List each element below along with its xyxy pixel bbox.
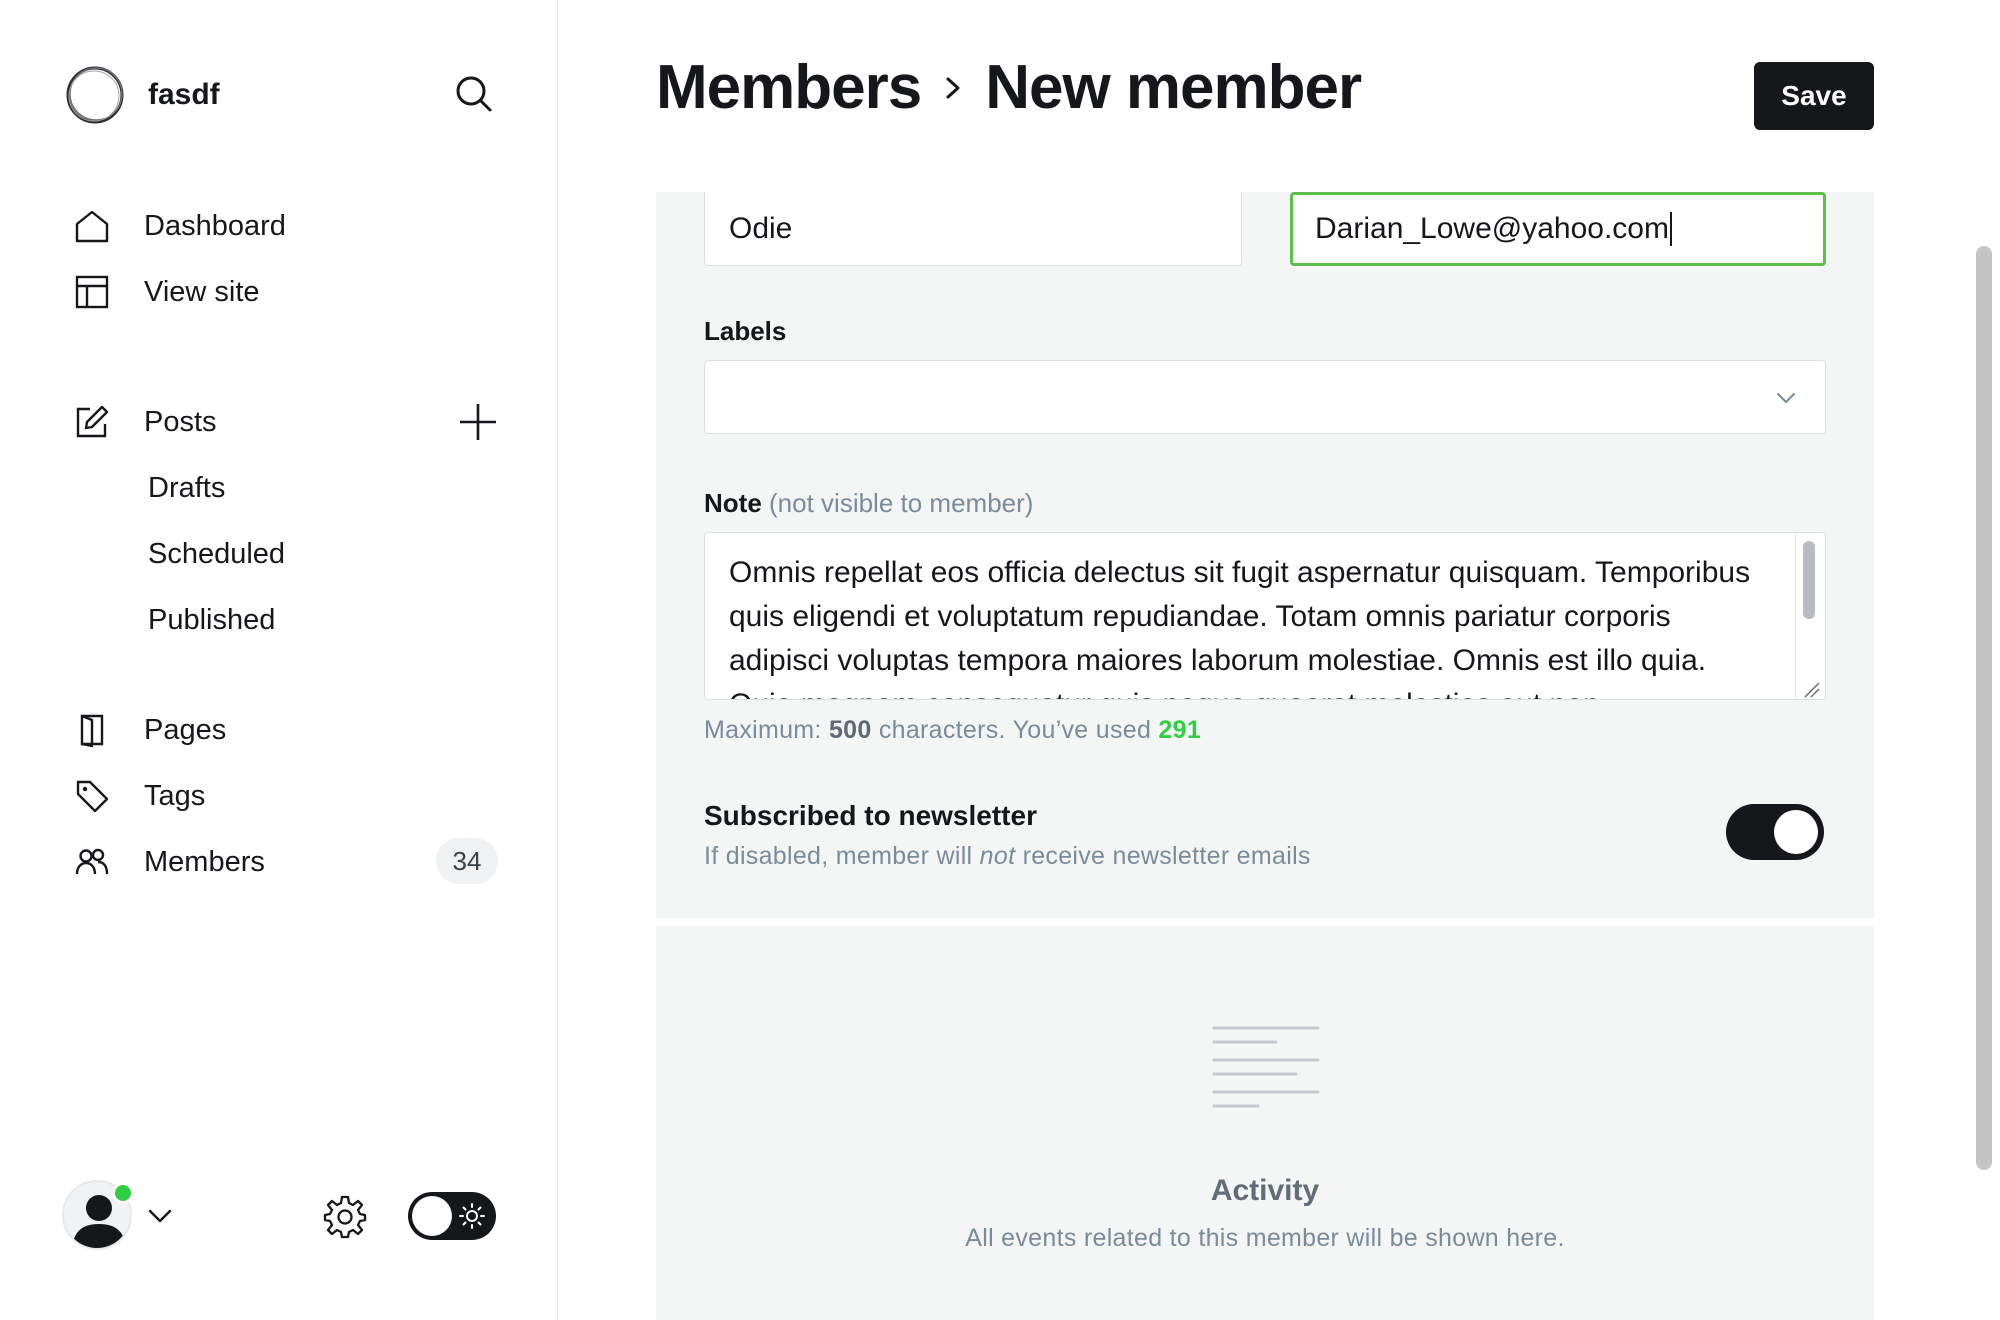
note-textarea[interactable]: Omnis repellat eos officia delectus sit … <box>704 532 1826 700</box>
labels-label: Labels <box>704 316 787 346</box>
email-field[interactable]: Darian_Lowe@yahoo.com <box>1290 192 1826 266</box>
note-label-hint: (not visible to member) <box>769 488 1034 518</box>
chevron-down-icon[interactable] <box>144 1200 176 1232</box>
nav-dashboard-label: Dashboard <box>144 209 286 242</box>
page-title: Members New member <box>656 52 1362 123</box>
nav-scheduled[interactable]: Scheduled <box>148 532 285 576</box>
note-scrollbar[interactable] <box>1795 533 1825 699</box>
pages-icon <box>80 714 104 748</box>
resize-handle-icon[interactable] <box>1801 679 1821 699</box>
nav-pages[interactable]: Pages <box>72 702 502 758</box>
tag-icon <box>76 780 109 813</box>
nav-posts[interactable]: Posts <box>72 394 502 450</box>
page-scrollbar-thumb[interactable] <box>1976 246 1992 1170</box>
note-scrollbar-thumb[interactable] <box>1803 541 1815 619</box>
char-max: 500 <box>828 716 872 744</box>
newsletter-desc-after: receive newsletter emails <box>1022 842 1311 870</box>
members-icon <box>75 848 109 875</box>
name-field-value: Odie <box>729 211 793 245</box>
sidebar: fasdf Dashboard View site Posts Drafts S… <box>0 0 558 1320</box>
nav-drafts[interactable]: Drafts <box>148 466 225 510</box>
newsletter-desc-before: If disabled, member will <box>704 842 973 870</box>
nav-view-site[interactable]: View site <box>72 264 502 320</box>
member-form: Odie Darian_Lowe@yahoo.com Labels Note (… <box>656 192 1874 918</box>
nav-tags[interactable]: Tags <box>72 768 502 824</box>
activity-description: All events related to this member will b… <box>965 1224 1565 1252</box>
sun-icon <box>459 1203 485 1229</box>
nav-members-label: Members <box>144 845 265 878</box>
theme-toggle[interactable] <box>408 1192 496 1240</box>
brand[interactable]: fasdf <box>64 64 220 126</box>
members-count-badge: 34 <box>436 838 498 884</box>
breadcrumb-current: New member <box>985 53 1362 122</box>
save-button[interactable]: Save <box>1754 62 1874 130</box>
activity-title: Activity <box>1210 1174 1320 1207</box>
newsletter-title: Subscribed to newsletter <box>704 800 1037 831</box>
online-status-dot <box>112 1182 134 1204</box>
newsletter-desc-em: not <box>979 842 1016 870</box>
nav-dashboard[interactable]: Dashboard <box>72 198 502 254</box>
activity-panel: Activity All events related to this memb… <box>656 926 1874 1320</box>
name-field[interactable]: Odie <box>704 192 1242 266</box>
theme-toggle-knob <box>412 1196 452 1236</box>
email-field-value: Darian_Lowe@yahoo.com <box>1315 212 1669 245</box>
note-label-text: Note <box>704 488 762 518</box>
search-icon[interactable] <box>452 72 496 116</box>
char-hint-mid: characters. You’ve used <box>878 716 1152 744</box>
note-textarea-value: Omnis repellat eos officia delectus sit … <box>729 556 1751 699</box>
gear-icon[interactable] <box>322 1194 368 1240</box>
newsletter-toggle-knob <box>1774 810 1818 854</box>
chevron-down-icon <box>1777 393 1795 403</box>
chevron-right-icon <box>946 77 960 98</box>
edit-icon <box>76 405 109 438</box>
breadcrumb-members[interactable]: Members <box>656 52 922 123</box>
char-used: 291 <box>1158 716 1202 744</box>
activity-list-icon <box>1212 1026 1320 1108</box>
newsletter-description: If disabled, member will not receive new… <box>704 842 1311 871</box>
newsletter-toggle[interactable] <box>1726 804 1824 860</box>
note-label: Note (not visible to member) <box>704 488 1033 519</box>
layout-icon <box>75 275 109 309</box>
plus-icon[interactable] <box>456 400 500 444</box>
nav-tags-label: Tags <box>144 779 206 812</box>
char-hint-prefix: Maximum: <box>704 716 822 744</box>
site-name: fasdf <box>148 78 220 111</box>
nav-posts-label: Posts <box>144 405 217 438</box>
nav-published[interactable]: Published <box>148 598 275 642</box>
text-caret <box>1669 212 1672 246</box>
note-char-count: Maximum: 500 characters. You’ve used 291 <box>704 716 1201 745</box>
home-icon <box>75 210 109 243</box>
labels-select[interactable] <box>704 360 1826 434</box>
nav-view-site-label: View site <box>144 275 260 308</box>
nav-pages-label: Pages <box>144 713 227 746</box>
site-logo-icon <box>66 66 124 124</box>
